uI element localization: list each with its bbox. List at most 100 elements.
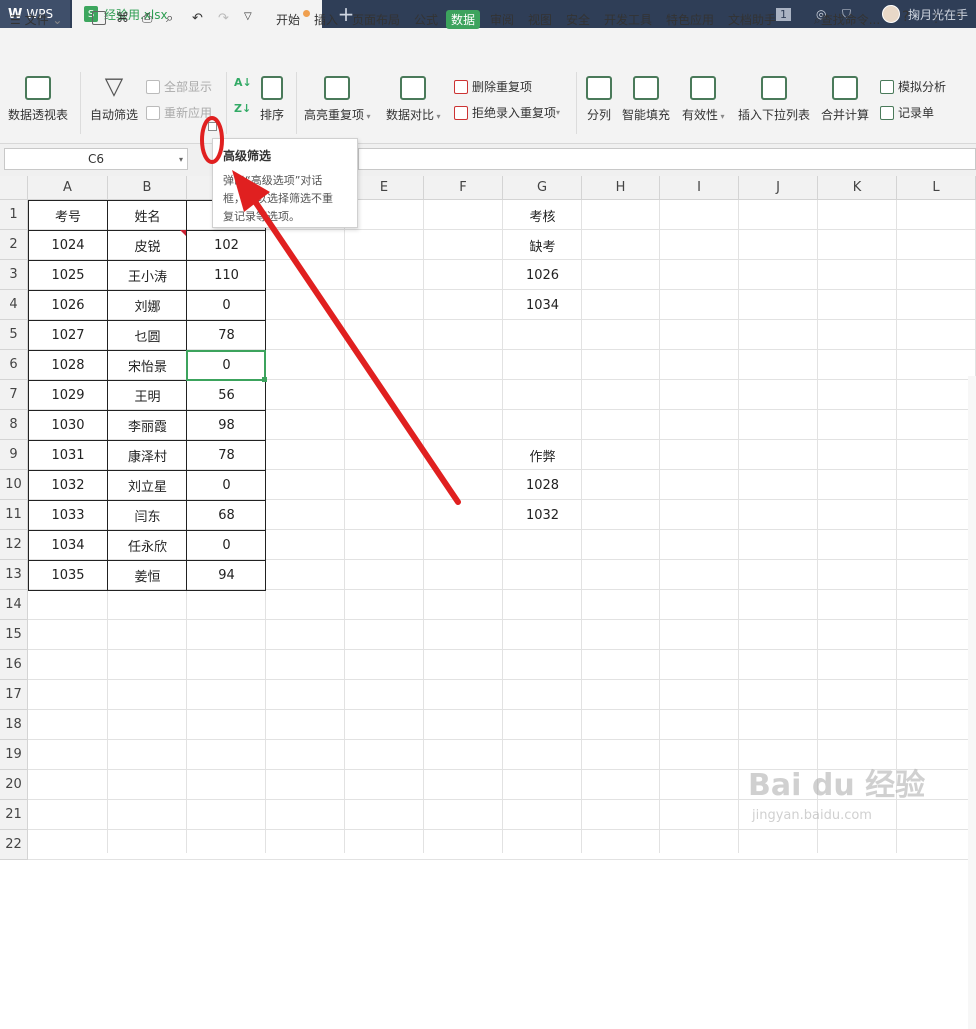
column-header[interactable]: F <box>424 176 503 200</box>
show-all-button[interactable]: 全部显示 <box>146 78 212 95</box>
page-counter-badge[interactable]: 1 <box>776 4 791 24</box>
save-icon[interactable] <box>92 11 106 25</box>
what-if-analysis-button[interactable]: 模拟分析 <box>880 78 946 95</box>
row-header[interactable]: 13 <box>0 560 28 590</box>
advanced-filter-launcher[interactable] <box>208 122 217 131</box>
redo-icon[interactable]: ↷ <box>218 11 229 26</box>
cell[interactable]: 康泽村 <box>108 440 187 470</box>
row-header[interactable]: 3 <box>0 260 28 290</box>
cell[interactable]: 1026 <box>28 290 108 320</box>
row-header[interactable]: 10 <box>0 470 28 500</box>
cell[interactable]: 1028 <box>503 470 582 500</box>
column-header[interactable]: H <box>582 176 660 200</box>
delete-duplicates-button[interactable]: 删除重复项 <box>454 78 532 95</box>
column-header[interactable]: G <box>503 176 582 200</box>
undo-icon[interactable]: ↶ <box>192 11 203 26</box>
menu-developer[interactable]: 开发工具 <box>604 11 652 28</box>
sort-descending-button[interactable]: Z↓ <box>234 102 251 115</box>
name-box[interactable]: C6 ▾ <box>4 148 188 170</box>
smart-fill-button[interactable]: 智能填充 <box>622 76 670 123</box>
cell[interactable]: 1032 <box>503 500 582 530</box>
cell[interactable]: 78 <box>187 440 266 470</box>
command-search[interactable]: ⌕查找命令... <box>814 11 880 28</box>
cell[interactable]: 刘立星 <box>108 470 187 500</box>
cell[interactable]: 任永欣 <box>108 530 187 560</box>
row-header[interactable]: 18 <box>0 710 28 740</box>
row-header[interactable]: 4 <box>0 290 28 320</box>
column-header[interactable]: I <box>660 176 739 200</box>
menu-data[interactable]: 数据 <box>446 10 481 29</box>
cell[interactable]: 王明 <box>108 380 187 410</box>
data-compare-button[interactable]: 数据对比 ▾ <box>386 76 441 123</box>
cell[interactable]: 1030 <box>28 410 108 440</box>
collapse-ribbon-icon[interactable]: ⌃ <box>954 11 964 25</box>
reject-duplicates-button[interactable]: 拒绝录入重复项 ▾ <box>454 104 560 121</box>
cell[interactable]: 李丽霞 <box>108 410 187 440</box>
consolidate-button[interactable]: 合并计算 <box>821 76 869 123</box>
row-header[interactable]: 1 <box>0 200 28 230</box>
cell[interactable]: 110 <box>187 260 266 290</box>
menu-file[interactable]: ☰ 文件 ⌄ <box>10 11 62 28</box>
cell[interactable]: 1025 <box>28 260 108 290</box>
cell[interactable]: 1032 <box>28 470 108 500</box>
cell[interactable]: 皮锐 <box>108 230 187 260</box>
row-header[interactable]: 16 <box>0 650 28 680</box>
cell[interactable]: 乜圆 <box>108 320 187 350</box>
cell[interactable]: 0 <box>187 530 266 560</box>
quick-access-dropdown-icon[interactable]: ▽ <box>244 11 252 22</box>
vertical-scrollbar[interactable] <box>968 376 976 1029</box>
pivot-table-button[interactable]: 数据透视表 <box>8 76 68 123</box>
column-header[interactable]: K <box>818 176 897 200</box>
cell[interactable]: 考号 <box>28 200 108 230</box>
split-column-button[interactable]: 分列 <box>586 76 612 123</box>
cell[interactable]: 王小涛 <box>108 260 187 290</box>
cell[interactable]: 1027 <box>28 320 108 350</box>
insert-dropdown-list-button[interactable]: 插入下拉列表 <box>738 76 810 123</box>
cell[interactable]: 78 <box>187 320 266 350</box>
cell[interactable]: 闫东 <box>108 500 187 530</box>
cell[interactable]: 0 <box>187 350 266 380</box>
row-header[interactable]: 12 <box>0 530 28 560</box>
row-header[interactable]: 2 <box>0 230 28 260</box>
row-header[interactable]: 20 <box>0 770 28 800</box>
validity-button[interactable]: 有效性 ▾ <box>682 76 725 123</box>
row-header[interactable]: 11 <box>0 500 28 530</box>
cell[interactable]: 102 <box>187 230 266 260</box>
cell[interactable]: 1031 <box>28 440 108 470</box>
select-all-corner[interactable] <box>0 176 28 200</box>
cell[interactable]: 1034 <box>28 530 108 560</box>
menu-start[interactable]: 开始 <box>276 11 300 28</box>
row-header[interactable]: 21 <box>0 800 28 830</box>
print-preview-icon[interactable]: ⌕ <box>166 11 173 26</box>
menu-formula[interactable]: 公式 <box>414 11 438 28</box>
cell[interactable]: 缺考 <box>503 230 582 260</box>
fill-handle[interactable] <box>262 377 267 382</box>
cell[interactable]: 1033 <box>28 500 108 530</box>
row-header[interactable]: 14 <box>0 590 28 620</box>
cell[interactable]: 1035 <box>28 560 108 590</box>
format-painter-icon[interactable]: ⌘ <box>116 11 129 26</box>
row-header[interactable]: 22 <box>0 830 28 860</box>
more-icon[interactable]: ⋮ <box>930 11 942 25</box>
menu-doc-assistant[interactable]: 文档助手 <box>728 11 776 28</box>
row-header[interactable]: 6 <box>0 350 28 380</box>
spreadsheet-grid[interactable]: ABCDEFGHIJKL 123456789101112131415161718… <box>0 176 976 1029</box>
cell[interactable]: 1034 <box>503 290 582 320</box>
cell[interactable]: 94 <box>187 560 266 590</box>
cell[interactable]: 1024 <box>28 230 108 260</box>
menu-special[interactable]: 特色应用 <box>666 11 714 28</box>
menu-view[interactable]: 视图 <box>528 11 552 28</box>
sort-ascending-button[interactable]: A↓ <box>234 76 252 89</box>
avatar[interactable] <box>882 5 900 23</box>
cell[interactable]: 宋怡景 <box>108 350 187 380</box>
namebox-dropdown-icon[interactable]: ▾ <box>179 155 183 164</box>
menu-security[interactable]: 安全 <box>566 11 590 28</box>
cell[interactable]: 0 <box>187 470 266 500</box>
row-header[interactable]: 8 <box>0 410 28 440</box>
menu-page-layout[interactable]: 页面布局 <box>352 11 400 28</box>
cell[interactable]: 作弊 <box>503 440 582 470</box>
cell[interactable]: 1028 <box>28 350 108 380</box>
cell[interactable]: 姜恒 <box>108 560 187 590</box>
row-header[interactable]: 19 <box>0 740 28 770</box>
row-header[interactable]: 15 <box>0 620 28 650</box>
